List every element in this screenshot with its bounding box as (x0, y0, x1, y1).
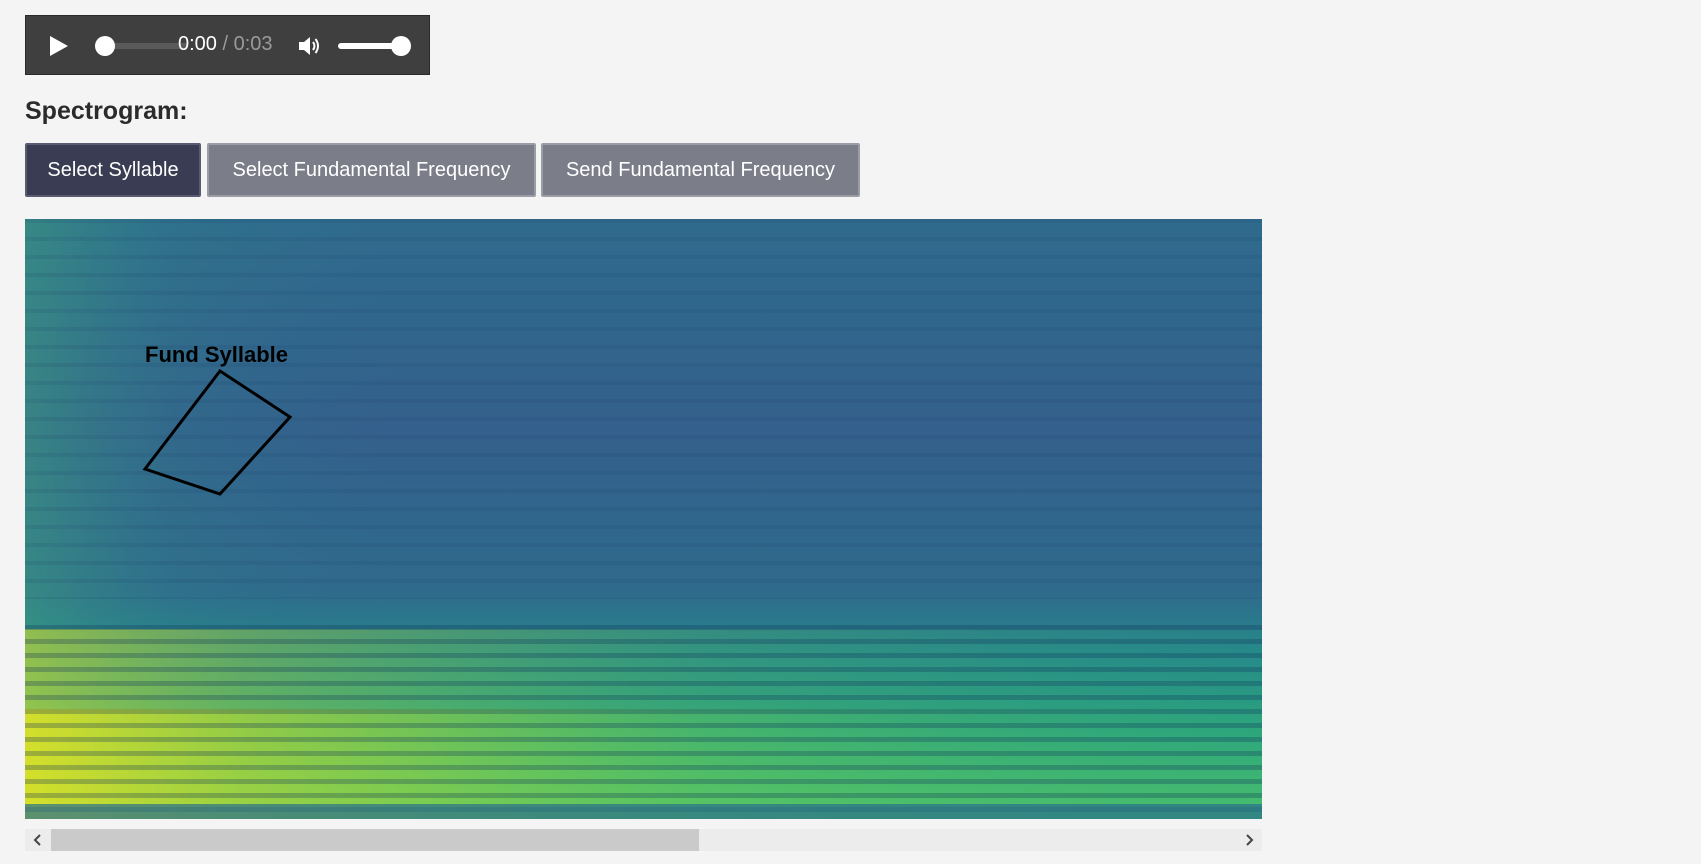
spectrogram-heading: Spectrogram: (25, 97, 188, 125)
audio-player[interactable]: 0:00 / 0:03 (25, 15, 430, 75)
spectrogram-image (25, 219, 1262, 819)
time-display: 0:00 / 0:03 (178, 33, 273, 56)
volume-slider[interactable] (338, 43, 398, 49)
chevron-left-icon[interactable] (25, 829, 51, 851)
spectrogram-canvas[interactable]: Fund Syllable (25, 219, 1262, 819)
current-time: 0:00 (178, 33, 217, 55)
duration: 0:03 (233, 33, 273, 55)
syllable-label: Fund Syllable (145, 342, 289, 367)
time-separator: / (216, 33, 234, 55)
seek-slider[interactable] (104, 43, 188, 49)
send-fundamental-frequency-button[interactable]: Send Fundamental Frequency (541, 143, 860, 197)
select-syllable-button[interactable]: Select Syllable (25, 143, 201, 197)
horizontal-scrollbar[interactable] (25, 829, 1262, 851)
volume-thumb[interactable] (391, 36, 411, 56)
volume-icon[interactable] (296, 33, 322, 59)
play-icon[interactable] (46, 34, 70, 58)
seek-thumb[interactable] (95, 36, 115, 56)
select-fundamental-frequency-button[interactable]: Select Fundamental Frequency (207, 143, 536, 197)
scrollbar-thumb[interactable] (51, 829, 699, 851)
chevron-right-icon[interactable] (1236, 829, 1262, 851)
